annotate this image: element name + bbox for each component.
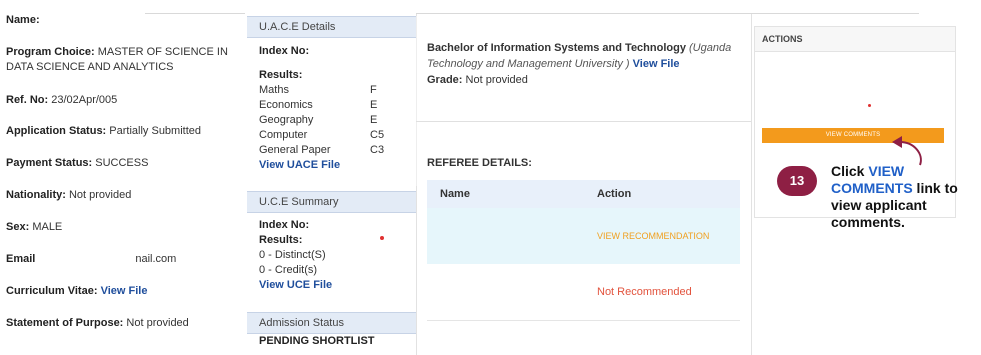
subject-row: Geography E bbox=[259, 114, 378, 126]
application-status-field: Application Status: Partially Submitted bbox=[6, 125, 202, 137]
subject-row: General Paper C3 bbox=[259, 144, 385, 156]
uce-distinct: 0 - Distinct(S) bbox=[259, 249, 326, 261]
name-field: Name: bbox=[6, 14, 40, 26]
sex-field: Sex: MALE bbox=[6, 221, 63, 233]
uace-index-label: Index No: bbox=[259, 45, 310, 57]
uce-results-label: Results: bbox=[259, 234, 303, 246]
subject-row: Economics E bbox=[259, 99, 378, 111]
view-recommendation-link[interactable]: VIEW RECOMMENDATION bbox=[597, 231, 709, 241]
degree-name: Bachelor of Information Systems and Tech… bbox=[427, 42, 686, 54]
column-divider-right bbox=[751, 14, 752, 355]
referee-table: Name Action VIEW RECOMMENDATION Not Reco… bbox=[427, 180, 740, 321]
program-field: Program Choice: MASTER OF SCIENCE IN DAT… bbox=[6, 46, 228, 73]
email-field: Email nail.com bbox=[6, 253, 177, 265]
uace-panel: U.A.C.E Details Index No: Results: Maths… bbox=[247, 16, 417, 186]
sop-field: Statement of Purpose: Not provided bbox=[6, 317, 189, 329]
admission-title: Admission Status bbox=[247, 312, 416, 334]
payment-status-field: Payment Status: SUCCESS bbox=[6, 157, 149, 169]
subject-row: Maths F bbox=[259, 84, 377, 96]
cv-view-file-link[interactable]: View File bbox=[101, 285, 148, 297]
not-recommended-status: Not Recommended bbox=[597, 286, 692, 298]
callout-text: Click VIEW COMMENTS link to view applica… bbox=[831, 163, 958, 230]
red-dot-marker bbox=[868, 104, 871, 107]
uace-title: U.A.C.E Details bbox=[247, 16, 416, 38]
uce-panel: U.C.E Summary Index No: Results: 0 - Dis… bbox=[247, 191, 416, 303]
referee-table-header: Name Action bbox=[427, 180, 740, 208]
uce-credit: 0 - Credit(s) bbox=[259, 264, 318, 276]
uce-title: U.C.E Summary bbox=[247, 191, 416, 213]
referee-title: REFEREE DETAILS: bbox=[427, 157, 532, 169]
view-uace-file-link[interactable]: View UACE File bbox=[259, 158, 416, 173]
uace-results-label: Results: bbox=[259, 69, 303, 81]
top-divider-right bbox=[416, 13, 919, 14]
table-row: Not Recommended bbox=[427, 264, 740, 321]
admission-panel: Admission Status PENDING SHORTLIST bbox=[247, 312, 416, 355]
ref-field: Ref. No: 23/02Apr/005 bbox=[6, 94, 118, 106]
cv-field: Curriculum Vitae: View File bbox=[6, 285, 148, 297]
admission-status: PENDING SHORTLIST bbox=[259, 335, 375, 347]
table-row: VIEW RECOMMENDATION bbox=[427, 208, 740, 264]
actions-title: ACTIONS bbox=[755, 27, 955, 52]
uce-index-label: Index No: bbox=[259, 219, 310, 231]
qualification-info: Bachelor of Information Systems and Tech… bbox=[427, 42, 732, 86]
nationality-field: Nationality: Not provided bbox=[6, 189, 132, 201]
step-badge: 13 bbox=[777, 166, 817, 196]
qualification-view-file-link[interactable]: View File bbox=[633, 58, 680, 70]
view-uce-file-link[interactable]: View UCE File bbox=[259, 278, 416, 293]
red-dot-marker bbox=[380, 236, 384, 240]
subject-row: Computer C5 bbox=[259, 129, 385, 141]
section-divider bbox=[416, 121, 751, 122]
